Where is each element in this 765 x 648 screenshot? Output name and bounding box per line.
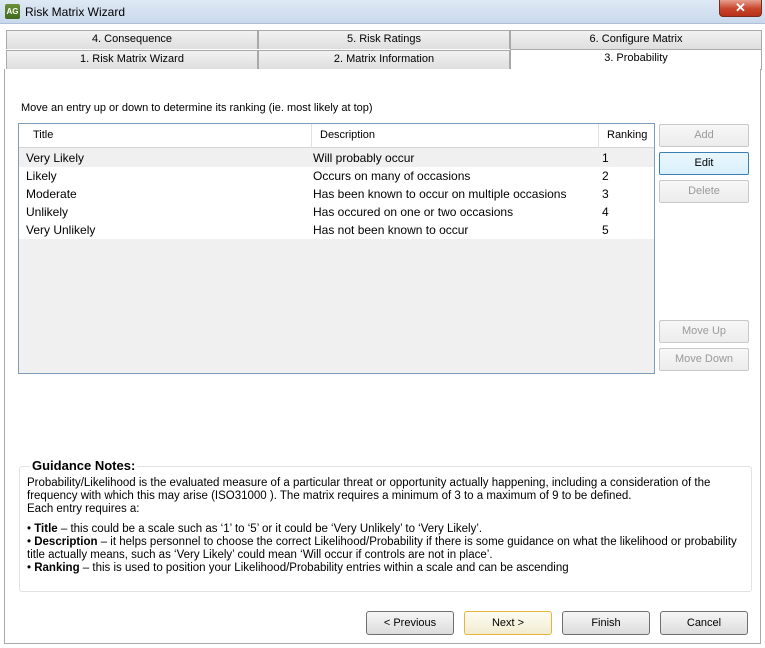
cancel-button[interactable]: Cancel <box>660 611 748 635</box>
cell-ranking: 2 <box>602 169 609 183</box>
table-row[interactable]: Unlikely Has occured on one or two occas… <box>19 203 654 221</box>
bullet-label: Description <box>34 536 98 548</box>
guidance-paragraph: Each entry requires a: <box>27 503 140 515</box>
move-up-button[interactable]: Move Up <box>659 320 749 343</box>
tab-consequence[interactable]: 4. Consequence <box>6 30 258 49</box>
cell-ranking: 4 <box>602 205 609 219</box>
guidance-notes-body: Probability/Likelihood is the evaluated … <box>27 477 743 575</box>
table-row[interactable]: Very Unlikely Has not been known to occu… <box>19 221 654 239</box>
grid-header: Title Description Ranking <box>19 124 654 148</box>
column-header-title[interactable]: Title <box>19 124 312 148</box>
close-window-button[interactable]: ✕ <box>719 0 762 17</box>
instruction-text: Move an entry up or down to determine it… <box>21 102 373 114</box>
move-down-button[interactable]: Move Down <box>659 348 749 371</box>
bullet-text: – this could be a scale such as ‘1’ to ‘… <box>57 523 483 535</box>
delete-button[interactable]: Delete <box>659 180 749 203</box>
cell-description: Will probably occur <box>313 151 415 165</box>
guidance-bullet-ranking: • Ranking – this is used to position you… <box>27 562 569 574</box>
table-row[interactable]: Likely Occurs on many of occasions 2 <box>19 167 654 185</box>
cell-description: Occurs on many of occasions <box>313 169 471 183</box>
tab-probability[interactable]: 3. Probability <box>510 49 762 70</box>
cell-ranking: 5 <box>602 223 609 237</box>
cell-description: Has occured on one or two occasions <box>313 205 514 219</box>
cell-ranking: 1 <box>602 151 609 165</box>
next-button[interactable]: Next > <box>464 611 552 635</box>
tab-risk-matrix-wizard[interactable]: 1. Risk Matrix Wizard <box>6 50 258 69</box>
cell-title: Very Unlikely <box>26 223 96 237</box>
cell-title: Unlikely <box>26 205 69 219</box>
bullet-text: – this is used to position your Likeliho… <box>79 562 569 574</box>
grid-body: Very Likely Will probably occur 1 Likely… <box>19 149 654 239</box>
guidance-bullet-title: • Title – this could be a scale such as … <box>27 523 483 535</box>
cell-title: Likely <box>26 169 57 183</box>
column-header-description[interactable]: Description <box>312 124 599 148</box>
app-logo-icon: AG <box>5 4 20 19</box>
column-header-ranking[interactable]: Ranking <box>599 124 654 148</box>
tab-risk-ratings[interactable]: 5. Risk Ratings <box>258 30 510 49</box>
probability-grid: Title Description Ranking Very Likely Wi… <box>18 123 655 374</box>
table-row[interactable]: Moderate Has been known to occur on mult… <box>19 185 654 203</box>
guidance-paragraph: Probability/Likelihood is the evaluated … <box>27 477 711 502</box>
cell-description: Has been known to occur on multiple occa… <box>313 187 567 201</box>
cell-ranking: 3 <box>602 187 609 201</box>
table-row[interactable]: Very Likely Will probably occur 1 <box>19 149 654 167</box>
tab-configure-matrix[interactable]: 6. Configure Matrix <box>510 30 762 49</box>
bullet-label: Ranking <box>34 562 80 574</box>
cell-title: Moderate <box>26 187 77 201</box>
cell-description: Has not been known to occur <box>313 223 469 237</box>
guidance-bullet-description: • Description – it helps personnel to ch… <box>27 536 737 561</box>
add-button[interactable]: Add <box>659 124 749 147</box>
cell-title: Very Likely <box>26 151 85 165</box>
finish-button[interactable]: Finish <box>562 611 650 635</box>
bullet-text: – it helps personnel to choose the corre… <box>27 536 737 561</box>
window-title: Risk Matrix Wizard <box>25 5 126 19</box>
tab-matrix-information[interactable]: 2. Matrix Information <box>258 50 510 69</box>
guidance-notes-heading: Guidance Notes: <box>30 458 138 473</box>
previous-button[interactable]: < Previous <box>366 611 454 635</box>
edit-button[interactable]: Edit <box>659 152 749 175</box>
bullet-label: Title <box>34 523 58 535</box>
title-bar: AG Risk Matrix Wizard ✕ <box>0 0 765 24</box>
